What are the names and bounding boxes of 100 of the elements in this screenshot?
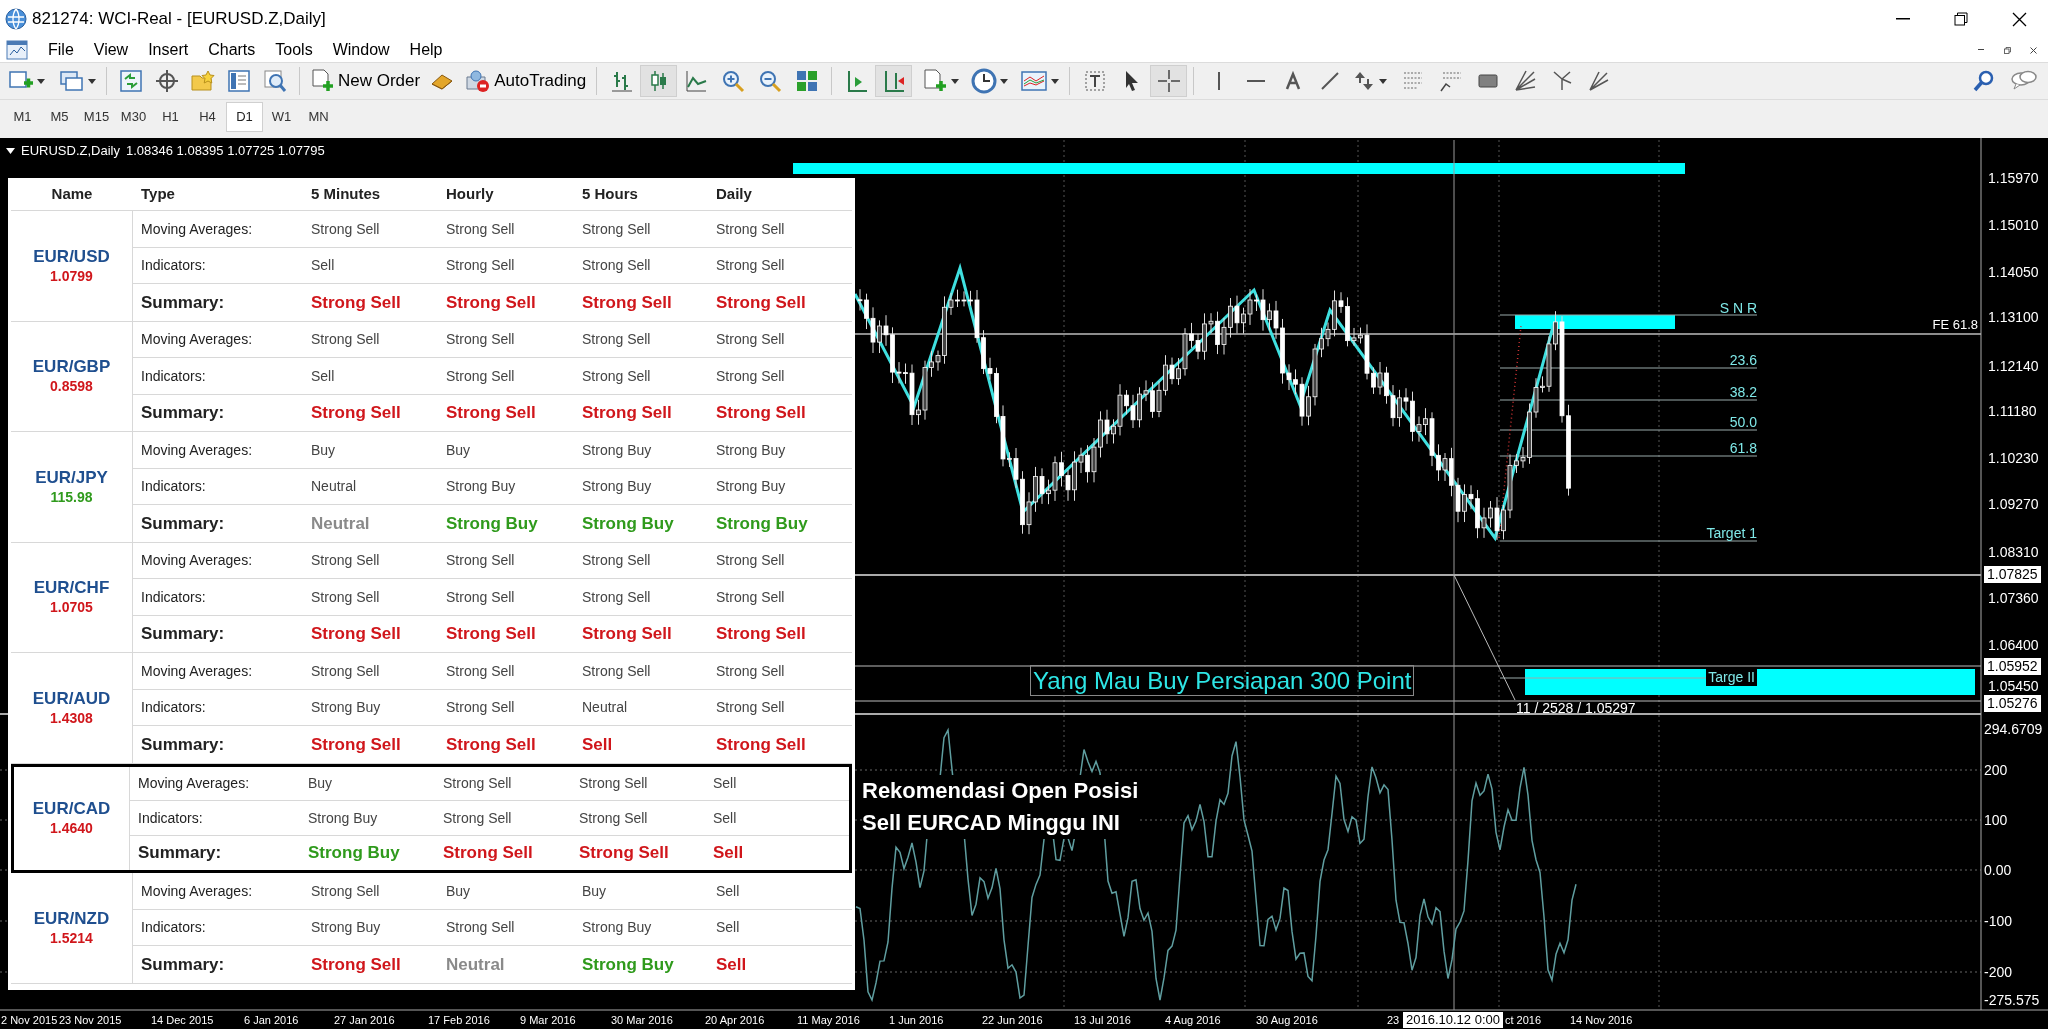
table-cell: Buy: [308, 775, 333, 792]
menu-item[interactable]: View: [83, 38, 139, 62]
table-cell: Strong Sell: [582, 220, 651, 237]
time-label: ct 2016: [1505, 1013, 1542, 1028]
table-cell: Strong Sell: [716, 662, 785, 679]
table-cell: Strong Sell: [446, 257, 515, 274]
price-label: 1.13100: [1988, 309, 2039, 325]
timeframe-tab[interactable]: M5: [41, 102, 78, 132]
table-cell: Strong Buy: [308, 809, 378, 826]
column-header: Hourly: [446, 185, 494, 202]
table-cell: Strong Sell: [716, 367, 785, 384]
pair-price: 1.0705: [50, 598, 93, 617]
chart-symbol: EURUSD.Z,Daily: [21, 142, 120, 160]
pair-price: 0.8598: [50, 377, 93, 396]
column-header: Type: [141, 185, 175, 202]
row-label: Moving Averages:: [141, 882, 253, 899]
row-label: Moving Averages:: [141, 552, 253, 569]
currency-pair: EUR/CHF: [33, 578, 110, 599]
table-cell: Strong Sell: [446, 699, 515, 716]
price-label: 1.15970: [1988, 170, 2039, 186]
menu-item[interactable]: Help: [399, 38, 453, 62]
row-label: Moving Averages:: [138, 775, 250, 792]
table-cell: Neutral: [582, 699, 628, 716]
autotrading-button[interactable]: AutoTrading: [460, 65, 591, 97]
timeframe-tab[interactable]: M30: [115, 102, 152, 132]
table-cell: Sell: [311, 257, 335, 274]
table-cell: Strong Sell: [446, 331, 515, 348]
signal-value: Sell: [582, 734, 613, 754]
row-label: Indicators:: [141, 478, 206, 495]
table-cell: Sell: [713, 775, 737, 792]
signal-value: Strong Sell: [446, 734, 536, 754]
level-label: Targe II: [1706, 669, 1757, 686]
table-cell: Strong Sell: [311, 220, 380, 237]
price-label: 1.11180: [1988, 403, 2037, 419]
table-cell: Buy: [582, 882, 607, 899]
time-label: 11 May 2016: [797, 1013, 860, 1028]
level-label: 61.8: [1729, 440, 1757, 456]
timeframe-tab[interactable]: MN: [300, 102, 337, 132]
signal-value: Strong Sell: [716, 292, 806, 312]
row-label: Moving Averages:: [141, 331, 253, 348]
crosshair-time-label: 2016.10.12 0:00: [1403, 1012, 1503, 1028]
menu-item[interactable]: Window: [322, 38, 400, 62]
time-label: 20 Apr 2016: [705, 1013, 765, 1028]
timeframe-tab[interactable]: M1: [4, 102, 41, 132]
menu-item[interactable]: Tools: [265, 38, 323, 62]
time-label: 23: [1387, 1013, 1400, 1028]
currency-pair: EUR/GBP: [32, 357, 111, 378]
timeframe-tab[interactable]: H4: [189, 102, 226, 132]
signal-value: Strong Sell: [582, 403, 672, 422]
price-label: 1.07360: [1988, 590, 2039, 606]
signal-value: Sell: [713, 843, 744, 862]
time-label: 27 Jan 2016: [334, 1013, 395, 1028]
timeframe-tab[interactable]: M15: [78, 102, 115, 132]
table-cell: Strong Sell: [582, 588, 651, 605]
signal-value: Strong Sell: [716, 403, 806, 422]
table-cell: Strong Sell: [446, 220, 515, 237]
timeframe-tab[interactable]: W1: [263, 102, 300, 132]
menu-item[interactable]: File: [38, 38, 84, 62]
time-label: 30 Mar 2016: [611, 1013, 673, 1028]
new-order-button[interactable]: New Order: [306, 65, 425, 97]
row-label: Summary:: [141, 403, 225, 422]
table-cell: Strong Sell: [446, 662, 515, 679]
row-label: Indicators:: [138, 809, 203, 826]
menu-item[interactable]: Charts: [198, 38, 266, 62]
signal-value: Strong Sell: [311, 624, 401, 643]
timeframe-tab[interactable]: H1: [152, 102, 189, 132]
time-label: 14 Dec 2015: [151, 1013, 214, 1028]
price-label: 1.15010: [1988, 217, 2039, 233]
table-cell: Strong Sell: [311, 331, 380, 348]
table-cell: Strong Sell: [582, 552, 651, 569]
currency-pair: EUR/CAD: [32, 799, 111, 820]
currency-pair: EUR/JPY: [35, 467, 108, 488]
level-label: Target 1: [1706, 525, 1757, 541]
price-readout: 1.08346 1.08395 1.07725 1.07795: [125, 142, 325, 160]
indicator-label: 294.6709: [1984, 721, 2043, 737]
table-cell: Strong Sell: [716, 552, 785, 569]
signal-value: Strong Buy: [582, 954, 674, 974]
signal-value: Strong Sell: [443, 843, 533, 862]
signal-value: Strong Sell: [311, 954, 401, 974]
table-cell: Strong Buy: [716, 441, 786, 458]
timeframe-tab[interactable]: D1: [226, 102, 263, 132]
signal-value: Strong Sell: [579, 843, 669, 862]
table-cell: Strong Sell: [311, 662, 380, 679]
price-marker: 1.05952: [1984, 658, 2041, 675]
table-cell: Sell: [713, 809, 737, 826]
indicator-label: 100: [1984, 812, 2008, 828]
time-label: 30 Aug 2016: [1256, 1013, 1318, 1028]
row-label: Summary:: [138, 843, 222, 862]
pair-price: 1.4308: [50, 708, 93, 727]
pair-price: 115.98: [50, 487, 93, 506]
price-label: 1.08310: [1988, 544, 2039, 560]
indicator-label: 200: [1984, 762, 2008, 778]
signal-value: Strong Sell: [716, 734, 806, 754]
table-cell: Strong Sell: [579, 809, 648, 826]
menu-item[interactable]: Insert: [138, 38, 199, 62]
row-label: Moving Averages:: [141, 441, 253, 458]
table-cell: Strong Sell: [716, 699, 785, 716]
row-label: Summary:: [141, 624, 225, 643]
time-label: 22 Jun 2016: [982, 1013, 1043, 1028]
level-label: 50.0: [1729, 414, 1757, 430]
